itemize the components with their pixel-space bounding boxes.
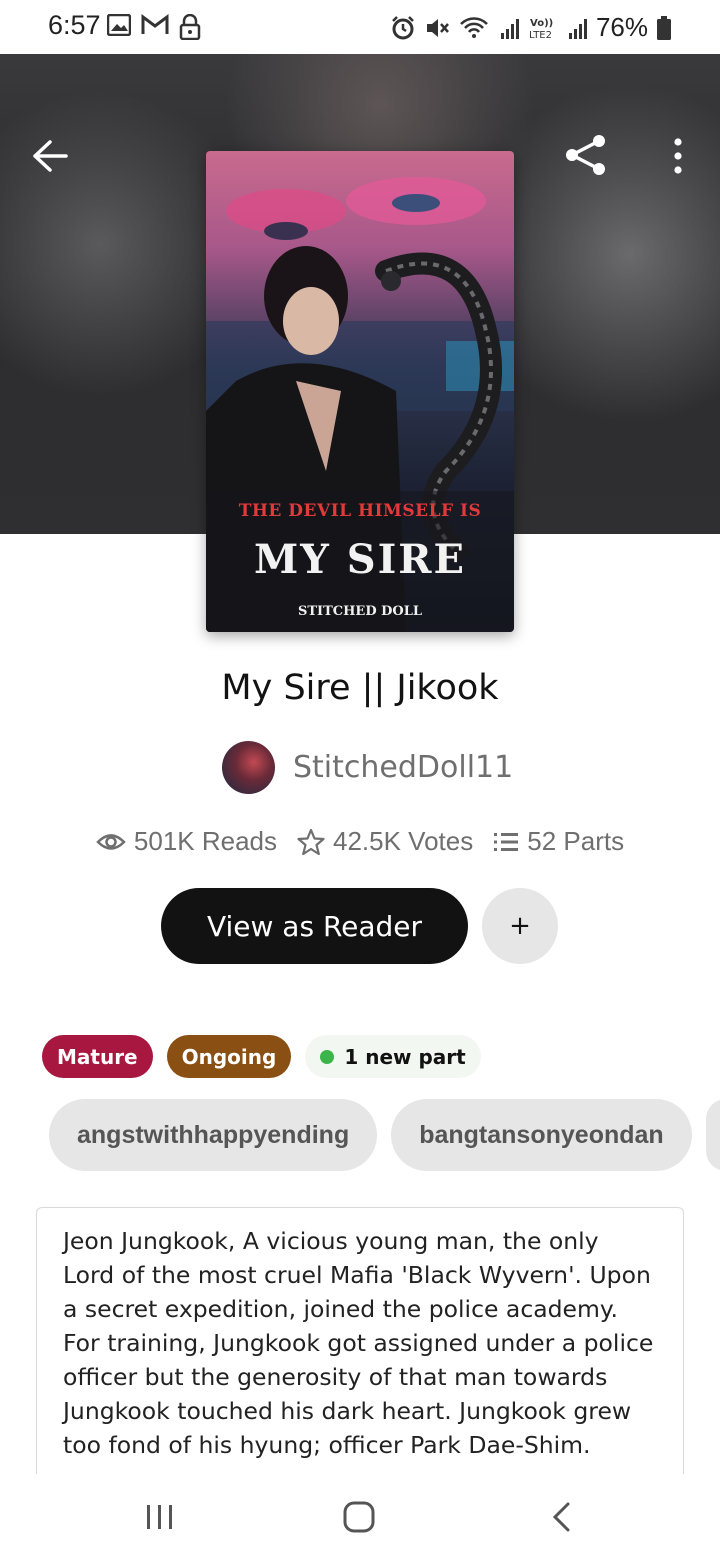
- mature-badge: Mature: [42, 1035, 153, 1078]
- list-icon: [494, 832, 519, 851]
- new-part-label: 1 new part: [344, 1044, 466, 1069]
- reads-count: 501K Reads: [133, 826, 278, 856]
- eye-icon: [96, 833, 126, 850]
- story-title: My Sire || Jikook: [221, 668, 499, 708]
- back-nav-icon[interactable]: [550, 1502, 572, 1532]
- share-icon[interactable]: [563, 132, 609, 178]
- signal-icon: [500, 18, 519, 39]
- battery-icon: [657, 15, 671, 40]
- home-icon[interactable]: [343, 1501, 375, 1533]
- alarm-icon: [392, 15, 414, 39]
- arrow-left-icon[interactable]: [30, 138, 70, 174]
- recent-apps-icon[interactable]: [145, 1504, 175, 1530]
- tag-list: angstwithhappyending bangtansonyeondan: [49, 1099, 720, 1171]
- votes-stat: 42.5K Votes: [297, 826, 473, 857]
- more-vertical-icon[interactable]: [666, 136, 690, 176]
- system-nav-bar: [0, 1474, 720, 1560]
- new-part-badge: 1 new part: [305, 1035, 481, 1078]
- tag-chip-partial[interactable]: [705, 1099, 720, 1171]
- cover-title: MY SIRE: [253, 536, 467, 583]
- star-icon: [297, 828, 325, 855]
- gallery-icon: [107, 14, 131, 36]
- votes-count: 42.5K Votes: [333, 826, 474, 856]
- status-time: 6:57: [48, 10, 101, 40]
- book-cover[interactable]: THE DEVIL HIMSELF IS MY SIRE STITCHED DO…: [206, 151, 514, 632]
- wifi-icon: [460, 16, 488, 38]
- tag-chip[interactable]: bangtansonyeondan: [391, 1099, 692, 1171]
- svg-text:Vo)): Vo)): [530, 18, 553, 29]
- author-row[interactable]: StitchedDoll11: [222, 740, 513, 794]
- avatar[interactable]: [222, 740, 275, 794]
- reads-stat: 501K Reads: [96, 826, 277, 857]
- add-to-library-button[interactable]: +: [482, 888, 558, 964]
- mute-icon: [426, 18, 449, 37]
- parts-count[interactable]: 52 Parts: [527, 826, 624, 857]
- signal-icon-2: [568, 18, 587, 39]
- volte-icon: Vo)) LTE2: [529, 18, 553, 41]
- tag-chip[interactable]: angstwithhappyending: [49, 1099, 378, 1171]
- ongoing-badge: Ongoing: [166, 1035, 292, 1078]
- parts-stat[interactable]: 52 Parts: [493, 826, 624, 857]
- gmail-icon: [141, 14, 169, 34]
- description-text: Jeon Jungkook, A vicious young man, the …: [63, 1227, 654, 1459]
- status-bar: 6:57 Vo)) LTE2 76%: [0, 0, 720, 54]
- author-name[interactable]: StitchedDoll11: [293, 750, 513, 785]
- story-description: Jeon Jungkook, A vicious young man, the …: [36, 1207, 684, 1487]
- cover-subtitle: THE DEVIL HIMSELF IS: [238, 501, 482, 521]
- story-badges: Mature Ongoing 1 new part: [42, 1035, 481, 1078]
- svg-text:LTE2: LTE2: [529, 30, 552, 41]
- view-as-reader-button[interactable]: View as Reader: [161, 888, 468, 964]
- story-stats: 501K Reads 42.5K Votes 52 Parts: [0, 826, 720, 857]
- new-part-dot: [320, 1049, 335, 1064]
- status-right-icons: Vo)) LTE2 76%: [390, 12, 672, 43]
- lock-icon: [179, 14, 201, 40]
- status-left-icons: [107, 14, 201, 40]
- battery-percent: 76%: [595, 12, 648, 42]
- cover-author: STITCHED DOLL: [297, 604, 423, 619]
